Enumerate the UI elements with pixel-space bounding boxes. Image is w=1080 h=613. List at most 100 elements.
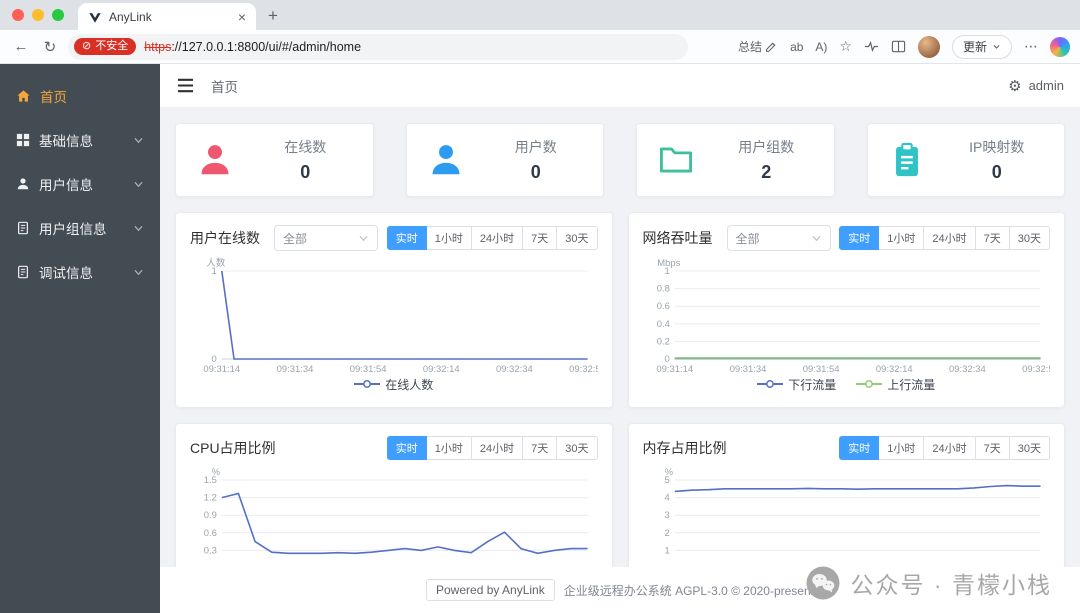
- range-button[interactable]: 1小时: [878, 226, 925, 250]
- range-button[interactable]: 30天: [556, 436, 598, 460]
- summary-button[interactable]: 总结: [738, 38, 778, 55]
- sidebar-item-user-info[interactable]: 用户信息: [0, 162, 160, 206]
- user-icon: [16, 177, 30, 191]
- range-button[interactable]: 7天: [522, 436, 558, 460]
- username[interactable]: admin: [1029, 78, 1064, 93]
- browser-toolbar: ← ↻ ⊘ 不安全 https://127.0.0.1:8800/ui/#/ad…: [0, 30, 1080, 64]
- range-button[interactable]: 24小时: [923, 226, 976, 250]
- chevron-down-icon: [133, 179, 144, 190]
- stat-label: 用户组数: [738, 139, 795, 155]
- more-menu-icon[interactable]: ⋯: [1024, 38, 1038, 55]
- svg-text:0.3: 0.3: [204, 545, 217, 556]
- range-button[interactable]: 30天: [1008, 436, 1050, 460]
- stat-card-online-count: 在线数 0: [175, 123, 374, 197]
- chevron-down-icon: [811, 233, 822, 244]
- doc-icon: [16, 265, 30, 279]
- browser-essentials-icon[interactable]: [864, 39, 879, 54]
- legend-item[interactable]: 上行流量: [856, 376, 935, 393]
- svg-text:0.6: 0.6: [656, 301, 669, 312]
- stat-info: 在线数 0: [254, 137, 373, 183]
- range-button[interactable]: 30天: [1008, 226, 1050, 250]
- chart-title: 用户在线数: [190, 230, 260, 246]
- profile-avatar[interactable]: [917, 35, 940, 58]
- sidebar-item-home[interactable]: 首页: [0, 74, 160, 118]
- person-icon: [176, 141, 254, 179]
- svg-text:09:32:14: 09:32:14: [875, 364, 912, 375]
- time-range-select[interactable]: 全部: [726, 225, 831, 251]
- svg-text:09:32:54: 09:32:54: [569, 364, 597, 375]
- maximize-window-button[interactable]: [52, 9, 64, 21]
- chart-plot: Mbps00.20.40.60.8109:31:14 09:31:34 09:31:…: [656, 258, 1050, 375]
- split-screen-icon[interactable]: [891, 39, 906, 54]
- translate-icon[interactable]: ab: [790, 40, 803, 54]
- new-tab-button[interactable]: +: [268, 7, 278, 24]
- range-button[interactable]: 实时: [386, 436, 427, 460]
- svg-text:1: 1: [664, 545, 669, 556]
- address-bar[interactable]: ⊘ 不安全 https://127.0.0.1:8800/ui/#/admin/…: [68, 33, 688, 60]
- chart-legend: 在线人数: [190, 375, 598, 393]
- chevron-down-icon: [133, 135, 144, 146]
- legend-item[interactable]: 下行流量: [757, 376, 836, 393]
- browser-tab[interactable]: AnyLink ×: [78, 3, 256, 30]
- range-button[interactable]: 1小时: [425, 436, 472, 460]
- gear-icon[interactable]: ⚙: [1008, 77, 1021, 95]
- update-button[interactable]: 更新: [951, 34, 1012, 59]
- read-aloud-icon[interactable]: A): [815, 40, 827, 54]
- chart-title: 内存占用比例: [642, 440, 727, 456]
- svg-text:09:31:54: 09:31:54: [350, 364, 387, 375]
- legend-item[interactable]: 在线人数: [354, 376, 433, 393]
- stat-card-ip-map-count: IP映射数 0: [866, 123, 1065, 197]
- watermark-text: 公众号 · 青檬小栈: [850, 572, 1052, 598]
- range-button[interactable]: 实时: [839, 436, 880, 460]
- back-icon[interactable]: ←: [10, 38, 32, 55]
- svg-text:5: 5: [664, 475, 669, 486]
- svg-text:1.5: 1.5: [204, 475, 217, 486]
- minimize-window-button[interactable]: [32, 9, 44, 21]
- sidebar-item-label: 首页: [40, 90, 67, 105]
- range-button[interactable]: 1小时: [878, 436, 925, 460]
- range-button[interactable]: 7天: [974, 226, 1010, 250]
- url-rest: ://127.0.0.1:8800/ui/#/admin/home: [171, 39, 362, 54]
- range-button[interactable]: 24小时: [470, 226, 524, 250]
- range-button[interactable]: 24小时: [470, 436, 524, 460]
- favorites-star-icon[interactable]: ☆: [839, 38, 852, 55]
- copilot-icon[interactable]: [1050, 36, 1070, 57]
- sidebar-item-label: 基础信息: [39, 134, 93, 149]
- sidebar-collapse-icon[interactable]: [176, 77, 195, 94]
- range-button[interactable]: 实时: [839, 226, 880, 250]
- range-button[interactable]: 30天: [556, 226, 598, 250]
- sidebar-item-basic-info[interactable]: 基础信息: [0, 118, 160, 162]
- close-window-button[interactable]: [12, 9, 24, 21]
- svg-text:0.6: 0.6: [204, 528, 217, 539]
- refresh-icon[interactable]: ↻: [39, 38, 61, 56]
- time-range-select[interactable]: 全部: [274, 225, 378, 251]
- svg-text:09:32:34: 09:32:34: [496, 364, 533, 375]
- svg-text:09:32:14: 09:32:14: [423, 364, 460, 375]
- svg-text:09:31:34: 09:31:34: [729, 364, 766, 375]
- svg-text:09:32:54: 09:32:54: [1022, 364, 1050, 375]
- chart-plot: 人数0109:31:14 09:31:34 09:31:54 09:32:14 09:3…: [203, 257, 597, 375]
- chart-title: CPU占用比例: [190, 440, 276, 456]
- update-label: 更新: [962, 40, 987, 54]
- svg-text:09:31:34: 09:31:34: [277, 364, 314, 375]
- sidebar-menu: 首页基础信息用户信息 用户组信息 调试信息: [0, 74, 160, 294]
- legend-label: 下行流量: [788, 377, 837, 392]
- range-button[interactable]: 24小时: [923, 436, 976, 460]
- range-button[interactable]: 7天: [522, 226, 558, 250]
- range-button[interactable]: 实时: [386, 226, 427, 250]
- sidebar-item-debug-info[interactable]: 调试信息: [0, 250, 160, 294]
- range-button[interactable]: 7天: [974, 436, 1010, 460]
- not-secure-badge[interactable]: ⊘ 不安全: [74, 37, 137, 56]
- svg-text:0.8: 0.8: [656, 284, 669, 295]
- legend-label: 上行流量: [887, 377, 936, 392]
- svg-text:4: 4: [664, 493, 669, 504]
- legend-label: 在线人数: [385, 377, 434, 392]
- anylink-admin-app: 首页 基础信息 用户信息 用户组信息 调试信息 首页 ⚙ admin 在线数 0 用户数 0 用…: [0, 64, 1080, 613]
- tab-close-icon[interactable]: ×: [238, 10, 246, 24]
- window-controls: [12, 0, 78, 30]
- sidebar-item-user-group-info[interactable]: 用户组信息: [0, 206, 160, 250]
- stat-label: 用户数: [514, 139, 557, 155]
- toolbar-actions: 总结 ab A) ☆ 更新 ⋯: [738, 34, 1070, 59]
- range-button-group: 实时 1小时 24小时 7天 30天: [839, 436, 1050, 460]
- range-button[interactable]: 1小时: [425, 226, 472, 250]
